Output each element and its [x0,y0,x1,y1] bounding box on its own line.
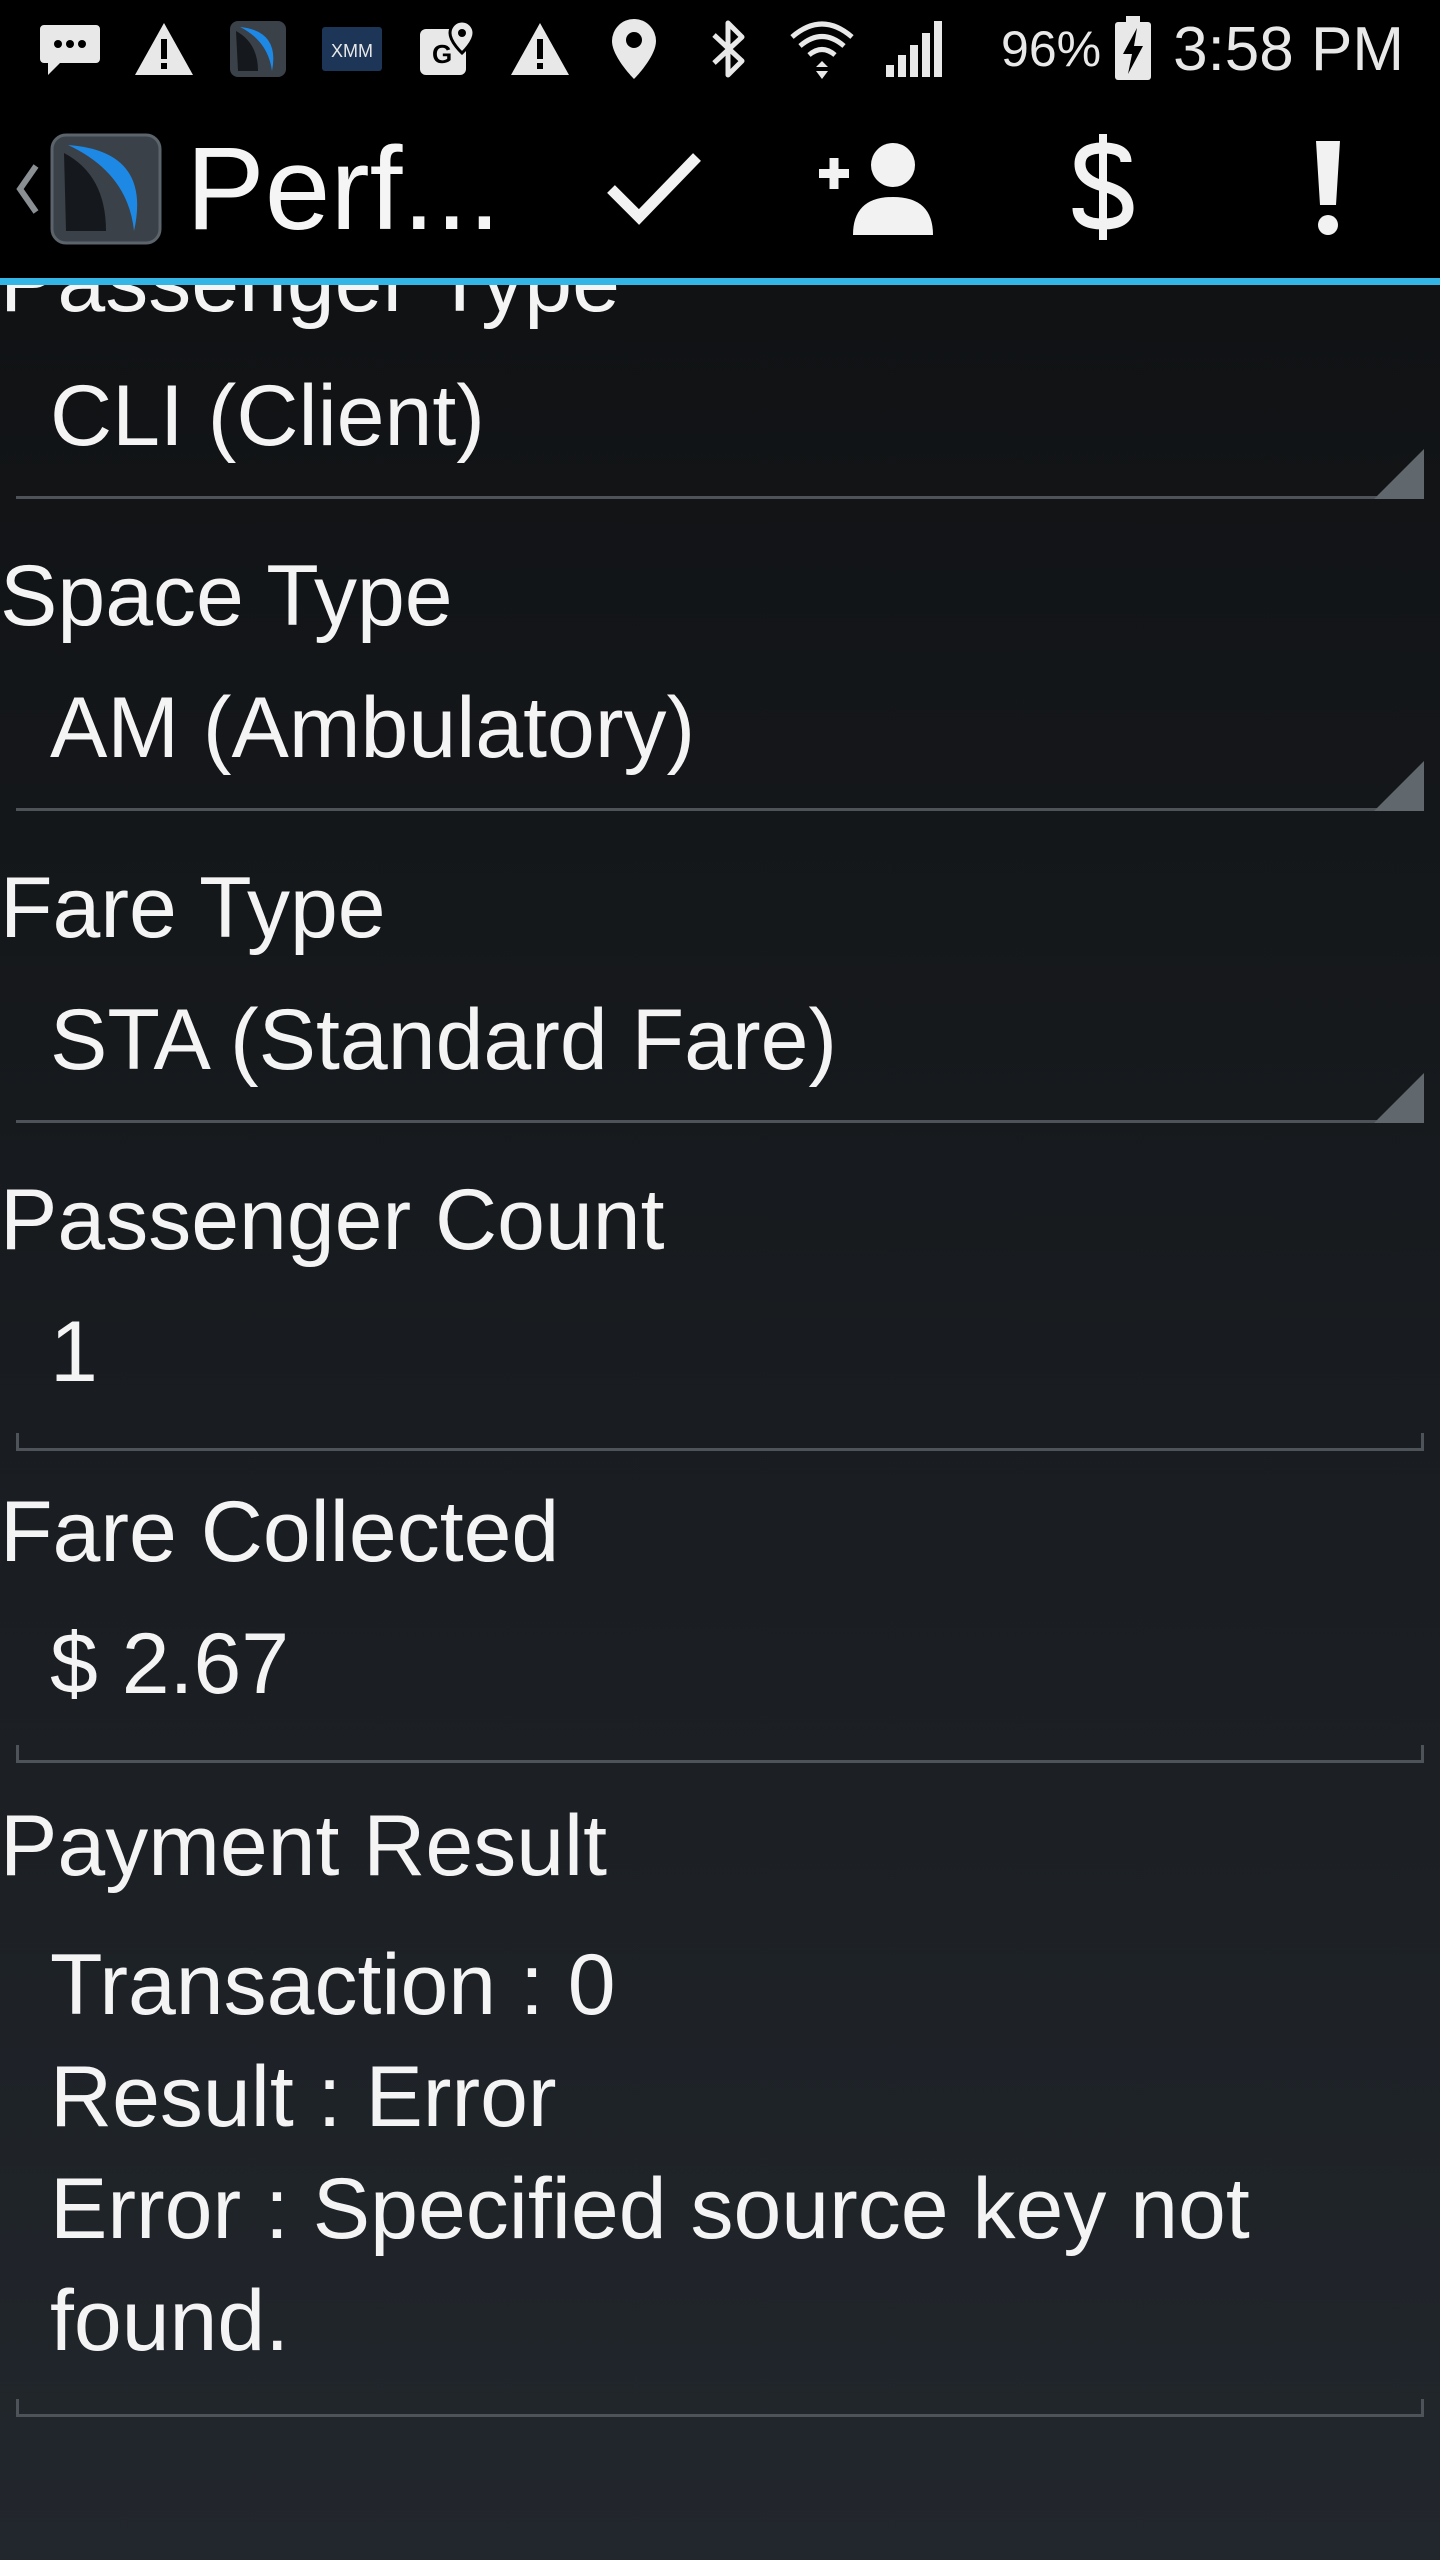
space-type-spinner[interactable]: AM (Ambulatory) [16,657,1424,817]
spinner-underline [16,1120,1408,1123]
warning-icon [506,15,574,83]
confirm-button[interactable] [540,98,765,280]
passenger-count-label: Passenger Count [0,1172,665,1268]
app-logo-icon [48,131,164,247]
add-person-icon [815,137,941,242]
trip-form[interactable]: Passenger Type CLI (Client) Space Type A… [0,285,1440,2560]
spinner-underline [16,496,1408,499]
fare-type-value: STA (Standard Fare) [50,992,838,1088]
passenger-type-value: CLI (Client) [50,368,485,464]
xmm-icon: XMM [318,15,386,83]
spinner-corner-icon [1374,449,1424,499]
fare-button[interactable] [990,98,1215,280]
battery-percent: 96% [1001,21,1102,77]
passenger-type-label: Passenger Type [0,285,620,332]
dollar-icon [1068,132,1138,247]
payment-result-field[interactable]: Transaction : 0 Result : Error Error : S… [16,1907,1424,2417]
payment-result-label: Payment Result [0,1798,608,1894]
space-type-value: AM (Ambulatory) [50,680,696,776]
textfield-underline [16,2399,1424,2417]
location-icon [600,15,668,83]
up-navigation[interactable]: Perf... [0,98,516,280]
app-icon [224,15,292,83]
clock: 3:58 PM [1173,14,1404,84]
fare-type-label: Fare Type [0,860,386,956]
fare-collected-field[interactable]: $ 2.67 [16,1593,1424,1763]
passenger-count-value: 1 [50,1304,98,1400]
fare-collected-label: Fare Collected [0,1484,560,1580]
passenger-count-field[interactable]: 1 [16,1281,1424,1451]
passenger-type-spinner[interactable]: CLI (Client) [16,345,1424,505]
textfield-underline [16,1745,1424,1763]
back-chevron-icon [14,159,44,219]
spinner-underline [16,808,1408,811]
add-passenger-button[interactable] [765,98,990,280]
exclamation-icon [1310,137,1346,242]
map-icon: G [412,15,480,83]
fare-type-spinner[interactable]: STA (Standard Fare) [16,969,1424,1129]
warning-icon [130,15,198,83]
fare-collected-value: $ 2.67 [50,1616,290,1712]
message-icon [36,15,104,83]
spinner-corner-icon [1374,1073,1424,1123]
check-icon [603,147,703,232]
status-bar: XMM G 96% 3:58 PM [0,0,1440,98]
alert-button[interactable] [1215,98,1440,280]
battery-charging-icon [1111,15,1155,83]
svg-text:G: G [432,39,452,69]
bluetooth-icon [694,15,762,83]
spinner-corner-icon [1374,761,1424,811]
action-bar: Perf... [0,98,1440,280]
action-bar-accent-line [0,278,1440,285]
signal-icon [882,15,950,83]
page-title: Perf... [186,123,501,255]
wifi-icon [788,15,856,83]
space-type-label: Space Type [0,548,453,644]
payment-result-value: Transaction : 0 Result : Error Error : S… [50,1937,1250,2369]
textfield-underline [16,1433,1424,1451]
svg-text:XMM: XMM [331,41,373,61]
